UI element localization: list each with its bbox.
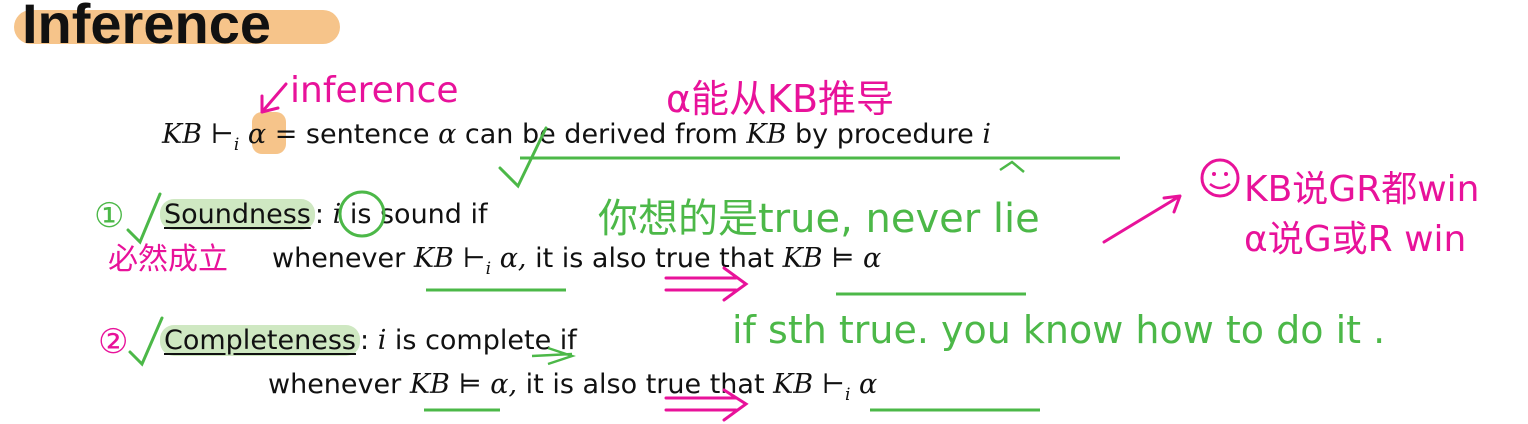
- smiley-face: [1200, 158, 1240, 198]
- definition-caret: [999, 160, 1025, 173]
- soundness-check: [126, 192, 162, 245]
- procedure-circle: [338, 190, 386, 238]
- completeness-check: [128, 316, 164, 367]
- win-arrow: [1102, 194, 1182, 244]
- completeness-tick: [531, 346, 576, 366]
- completeness-implies: [664, 388, 749, 422]
- ink-strokes: [126, 82, 1240, 422]
- soundness-implies: [664, 266, 749, 302]
- inference-arrow: [260, 82, 288, 114]
